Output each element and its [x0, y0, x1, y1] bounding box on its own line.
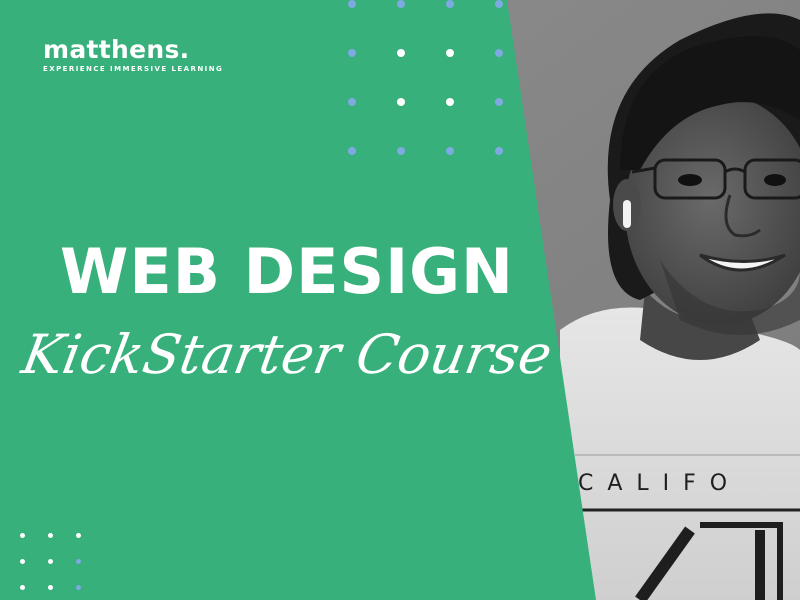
brand-tagline: EXPERIENCE IMMERSIVE LEARNING	[43, 65, 224, 73]
course-banner: CALIFO matthens. EXPERIENCE IMMERSIVE LE…	[0, 0, 800, 600]
course-title: WEB DESIGN	[60, 235, 514, 308]
shirt-text: CALIFO	[578, 471, 741, 496]
brand-logo: matthens. EXPERIENCE IMMERSIVE LEARNING	[43, 35, 224, 74]
course-subtitle: KickStarter Course	[17, 323, 557, 386]
brand-name: matthens.	[43, 35, 190, 64]
